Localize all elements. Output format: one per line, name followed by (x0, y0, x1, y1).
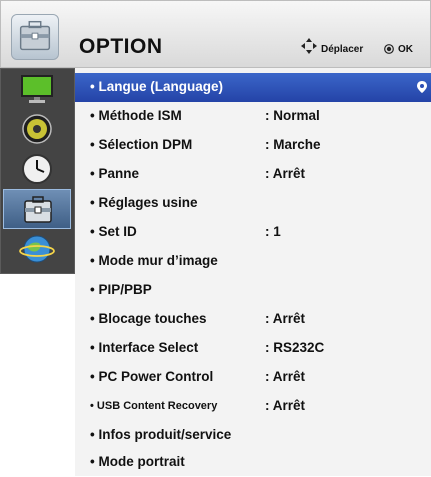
menu-item-value: : Arrêt (265, 166, 306, 181)
menu-item-value: : RS232C (265, 340, 325, 355)
menu-item-label: • Blocage touches (90, 311, 207, 326)
menu-item-dpm-select[interactable]: • Sélection DPM : Marche (75, 131, 431, 160)
menu-item-label: • Set ID (90, 224, 137, 239)
menu-item-set-id[interactable]: • Set ID : 1 (75, 218, 431, 247)
menu-item-fail-over[interactable]: • Panne : Arrêt (75, 160, 431, 189)
menu-item-value: : Normal (265, 108, 320, 123)
location-pin-icon (417, 81, 427, 93)
category-sidebar (0, 68, 75, 274)
sidebar-item-network[interactable] (3, 229, 71, 269)
menu-item-label: • Réglages usine (90, 195, 198, 210)
menu-item-pip-pbp[interactable]: • PIP/PBP (75, 276, 431, 305)
globe-icon (19, 235, 55, 263)
menu-item-value: : Marche (265, 137, 321, 152)
menu-item-label: • Sélection DPM (90, 137, 193, 152)
page-title: OPTION (79, 35, 163, 58)
menu-item-label: • Mode portrait (90, 454, 185, 469)
menu-item-ism-method[interactable]: • Méthode ISM : Normal (75, 102, 431, 131)
sidebar-item-option[interactable] (3, 189, 71, 229)
clock-icon (22, 154, 52, 184)
menu-item-label: • PC Power Control (90, 369, 214, 384)
menu-item-portrait-mode[interactable]: • Mode portrait (75, 448, 431, 477)
menu-item-usb-content-recovery[interactable]: • USB Content Recovery : Arrêt (75, 392, 431, 421)
menu-item-label: • Panne (90, 166, 139, 181)
menu-item-value: : 1 (265, 224, 281, 239)
menu-item-label: • Infos produit/service (90, 427, 232, 442)
menu-item-label: • Interface Select (90, 340, 199, 355)
menu-item-value: : Arrêt (265, 369, 306, 384)
menu-item-factory-reset[interactable]: • Réglages usine (75, 189, 431, 218)
ok-hint-label: OK (398, 44, 413, 55)
menu-item-key-lock[interactable]: • Blocage touches : Arrêt (75, 305, 431, 334)
menu-item-video-wall[interactable]: • Mode mur d’image (75, 247, 431, 276)
sidebar-item-audio[interactable] (3, 109, 71, 149)
menu-item-language[interactable]: • Langue (Language) (75, 73, 431, 102)
menu-item-product-info[interactable]: • Infos produit/service (75, 421, 431, 450)
menu-item-label: • Mode mur d’image (90, 253, 218, 268)
menu-item-label: • Méthode ISM (90, 108, 182, 123)
option-menu: OPTION Déplacer OK • Langue (Language) •… (0, 0, 431, 476)
ok-button-icon (384, 44, 394, 54)
menu-item-value: : Arrêt (265, 311, 306, 326)
sidebar-item-time[interactable] (3, 149, 71, 189)
toolbox-icon (11, 14, 59, 60)
move-hint-label: Déplacer (321, 44, 364, 55)
menu-item-label: • USB Content Recovery (90, 400, 218, 412)
monitor-icon (21, 75, 53, 103)
sidebar-item-picture[interactable] (3, 69, 71, 109)
menu-item-value: : Arrêt (265, 398, 306, 413)
menu-item-label: • PIP/PBP (90, 282, 152, 297)
menu-header: OPTION Déplacer OK (0, 0, 431, 68)
toolbox-icon (24, 196, 52, 223)
menu-item-interface-select[interactable]: • Interface Select : RS232C (75, 334, 431, 363)
menu-item-label: • Langue (Language) (90, 79, 223, 94)
menu-item-pc-power-control[interactable]: • PC Power Control : Arrêt (75, 363, 431, 392)
speaker-icon (22, 114, 52, 144)
directional-arrows-icon (301, 38, 317, 54)
